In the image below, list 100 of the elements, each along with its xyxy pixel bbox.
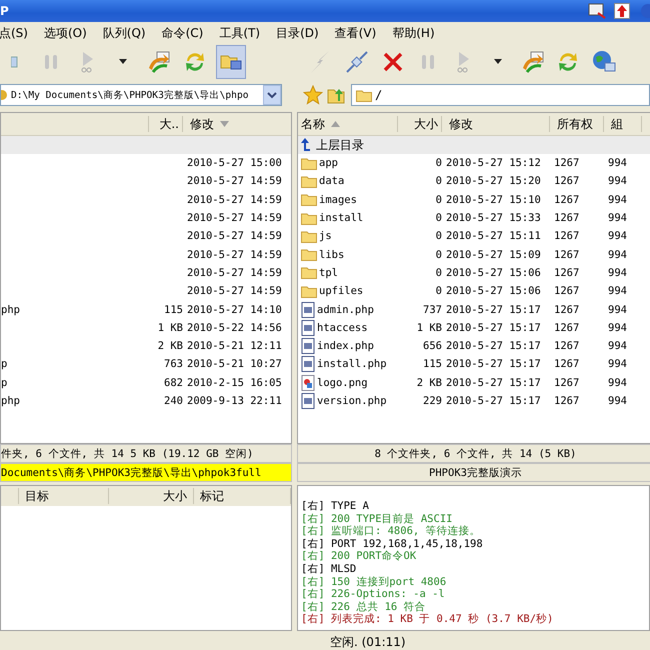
star-icon[interactable] [303, 85, 323, 105]
modified-date: 2010-5-27 15:17 [446, 340, 542, 352]
file-size: 737 [422, 304, 442, 316]
file-name[interactable]: version.php [317, 395, 387, 407]
file-size: 0 [434, 248, 442, 261]
file-owner: 1267 [554, 304, 580, 316]
folder-summary: 件夹, 6 个文件, 共 14 5 KB (19.12 GB 空闲) [0, 444, 292, 463]
folder-icon [301, 248, 317, 262]
status-text: 空闲. (01:11) [330, 634, 406, 650]
modified-date: 2010-5-27 15:17 [446, 358, 542, 370]
file-owner: 1267 [554, 175, 580, 188]
local-path: Documents\商务\PHPOK3完整版\导出\phpok3full [0, 463, 292, 482]
file-group: 994 [608, 395, 642, 407]
modified-date: 2010-5-27 15:17 [446, 304, 542, 316]
file-name[interactable]: app [319, 157, 338, 170]
file-group: 994 [608, 376, 642, 389]
file-group: 994 [608, 212, 642, 224]
window-icon[interactable] [588, 3, 606, 19]
file-name[interactable]: images [319, 194, 357, 206]
file-size: 0 [434, 157, 442, 170]
file-name[interactable]: libs [319, 248, 344, 261]
file-group: 994 [608, 157, 642, 170]
file-name[interactable]: php [1, 395, 149, 407]
file-size: 763 [163, 358, 183, 370]
path-field[interactable]: D:\My Documents\商务\PHPOK3完整版\导出\phpo [0, 84, 282, 106]
transfer-icon[interactable] [521, 50, 545, 74]
file-name[interactable]: tpl [319, 266, 338, 279]
menu-item[interactable]: 查看(V) [334, 24, 378, 42]
file-name[interactable]: admin.php [317, 304, 374, 316]
column-header[interactable]: 所有权 [554, 116, 604, 132]
folder-icon [301, 284, 317, 298]
modified-date: 2010-5-27 14:59 [187, 194, 283, 206]
file-name[interactable]: p [1, 376, 149, 389]
file-size: 229 [422, 395, 442, 407]
modified-date: 2010-5-27 15:11 [446, 230, 542, 242]
file-name[interactable]: install.php [317, 358, 387, 370]
modified-date: 2010-5-27 14:59 [187, 266, 283, 279]
file-owner: 1267 [554, 266, 580, 279]
parent-directory[interactable]: 上层目录 [316, 136, 364, 154]
file-group: 994 [608, 304, 642, 316]
file-name[interactable]: logo.png [317, 376, 368, 389]
modified-date: 2010-5-27 15:17 [446, 322, 542, 334]
column-header[interactable]: 名称 [298, 116, 398, 132]
file-size: 0 [434, 175, 442, 188]
file-owner: 1267 [554, 212, 580, 224]
modified-date: 2010-5-27 14:59 [187, 175, 283, 188]
file-group: 994 [608, 230, 642, 242]
column-header[interactable]: 大小 [109, 488, 194, 504]
close-icon[interactable] [382, 51, 404, 73]
file-group: 994 [608, 358, 642, 370]
file-size: 682 [163, 376, 183, 389]
file-owner: 1267 [554, 248, 580, 261]
file-name[interactable]: php [1, 304, 149, 316]
file-name[interactable]: htaccess [317, 322, 368, 334]
file-owner: 1267 [554, 395, 580, 407]
column-header[interactable]: 組 [608, 116, 642, 132]
modified-date: 2010-5-27 14:59 [187, 212, 283, 224]
caret-icon[interactable] [119, 59, 127, 65]
modified-date: 2010-5-27 14:10 [187, 304, 283, 316]
file-icon [301, 356, 315, 372]
file-owner: 1267 [554, 358, 580, 370]
file-owner: 1267 [554, 230, 580, 242]
menu-item[interactable]: 点(S) [0, 24, 29, 42]
drive-icon [1, 88, 9, 102]
menu-item[interactable]: 目录(D) [275, 24, 320, 42]
log-line: [右] 监听端口: 4806, 等待连接。 [301, 525, 482, 538]
transfer-icon[interactable] [147, 50, 171, 74]
modified-date: 2010-5-27 15:12 [446, 157, 542, 170]
menu-item[interactable]: 命令(C) [160, 24, 204, 42]
path-field[interactable]: / [351, 84, 650, 106]
modified-date: 2010-5-27 15:00 [187, 157, 283, 170]
caret-icon[interactable] [494, 59, 502, 65]
modified-date: 2010-5-27 15:09 [446, 248, 542, 261]
column-header[interactable]: 目标 [19, 488, 109, 504]
file-name[interactable]: install [319, 212, 364, 224]
file-name[interactable]: upfiles [319, 285, 364, 298]
menu-item[interactable]: 队列(Q) [102, 24, 147, 42]
menu-item[interactable]: 选项(O) [42, 24, 88, 42]
folder-icon [301, 156, 317, 170]
site-name: PHPOK3完整版演示 [297, 463, 650, 482]
partial-icon[interactable] [638, 3, 650, 19]
upload-arrow-icon[interactable] [614, 3, 630, 19]
file-name[interactable]: p [1, 358, 149, 370]
file-name[interactable]: data [319, 175, 344, 188]
column-header[interactable]: 大小 [402, 116, 442, 132]
file-name[interactable]: index.php [317, 340, 374, 352]
toolbar-button[interactable] [216, 45, 246, 79]
file-size: 656 [422, 340, 442, 352]
column-header[interactable]: 修改 [446, 116, 550, 132]
chevron-down-icon [267, 92, 277, 98]
log-line: [右] 150 连接到port 4806 [301, 576, 448, 588]
menu-item[interactable]: 帮助(H) [391, 24, 436, 42]
modified-date: 2010-5-22 14:56 [187, 322, 283, 334]
column-header[interactable]: 大.. [153, 116, 183, 132]
dropdown-button[interactable] [263, 85, 281, 105]
log-line: [右] 200 TYPE目前是 ASCII [301, 512, 454, 525]
log-line: [右] 列表完成: 1 KB 于 0.47 秒 (3.7 KB/秒) [301, 613, 554, 626]
column-header[interactable]: 标记 [194, 488, 291, 504]
menu-item[interactable]: 工具(T) [218, 24, 262, 42]
file-name[interactable]: js [319, 230, 332, 242]
